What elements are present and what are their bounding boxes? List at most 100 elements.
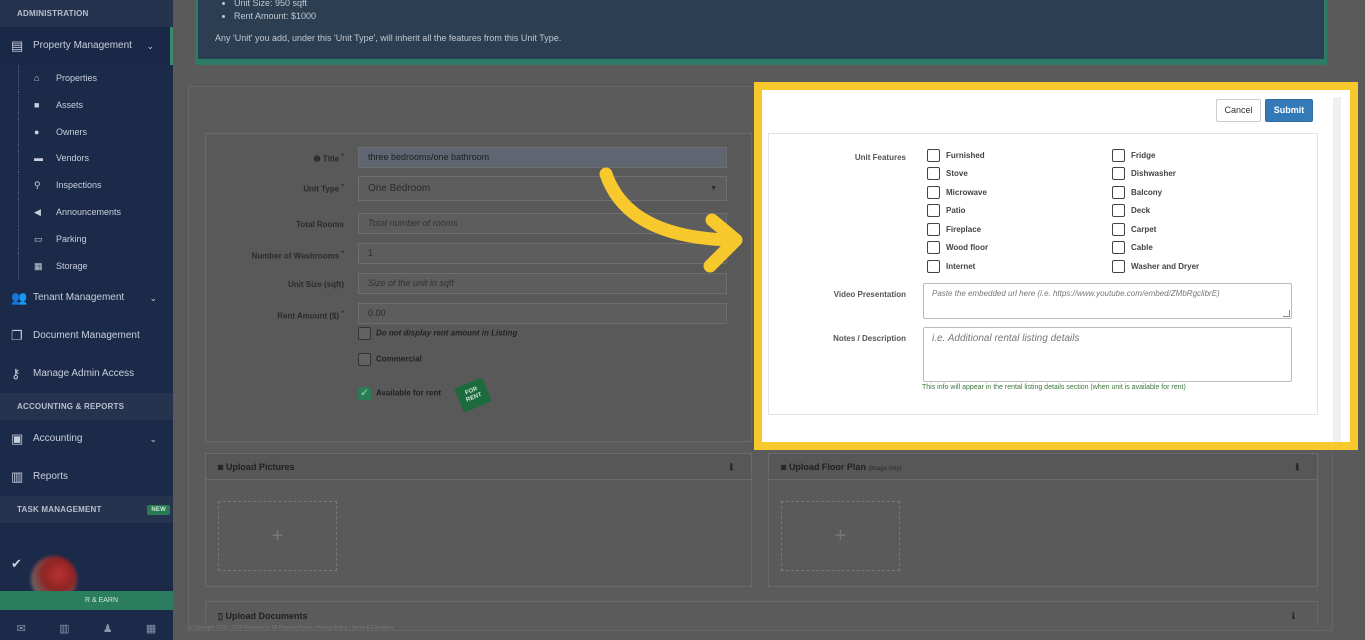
sidebar-bottom-toolbar: ✉ ▥ ♟ ▦ xyxy=(0,617,173,640)
info-icon[interactable]: ℹ xyxy=(730,454,733,480)
info-icon[interactable]: ℹ xyxy=(1292,611,1295,622)
briefcase-icon: ▬ xyxy=(34,153,43,164)
sidebar-item-inspections[interactable]: ⚲ Inspections xyxy=(0,172,173,199)
washrooms-label: Number of Washrooms * xyxy=(251,250,344,261)
banner-item: Unit Size: 950 sqft xyxy=(234,0,316,10)
feature-checkbox-row[interactable]: Microwave xyxy=(927,186,987,200)
sidebar-item-assets[interactable]: ■ Assets xyxy=(0,91,173,119)
feature-checkbox[interactable] xyxy=(927,167,940,181)
sidebar-item-label: Storage xyxy=(56,260,88,271)
feature-checkbox-row[interactable]: Dishwasher xyxy=(1112,167,1176,181)
sidebar-item-announcements[interactable]: ◀ Announcements xyxy=(0,198,173,226)
unit-type-label-text: Unit Type xyxy=(303,184,340,194)
mail-icon[interactable]: ✉ xyxy=(17,622,26,635)
feature-checkbox[interactable] xyxy=(1112,241,1125,255)
sidebar-item-vendors[interactable]: ▬ Vendors xyxy=(0,145,173,173)
sidebar-item-label: Tenant Management xyxy=(33,292,125,304)
video-url-textarea[interactable]: Paste the embedded url here (i.e. https:… xyxy=(923,283,1292,319)
submit-button[interactable]: Submit xyxy=(1265,99,1313,122)
feature-checkbox[interactable] xyxy=(1112,167,1125,181)
money-icon: ▣ xyxy=(11,431,24,447)
hide-rent-checkbox-row[interactable]: Do not display rent amount in Listing xyxy=(358,327,517,340)
feature-label: Stove xyxy=(946,169,968,178)
sidebar-item-owners[interactable]: ● Owners xyxy=(0,118,173,146)
sidebar-item-tenant-management[interactable]: 👥 Tenant Management ⌄ xyxy=(0,279,173,317)
feature-checkbox[interactable] xyxy=(1112,204,1125,218)
sidebar-section-accounting-reports: ACCOUNTING & REPORTS xyxy=(0,393,173,421)
upload-pictures-panel: ◙ Upload Pictures ℹ + xyxy=(205,453,752,587)
title-label: ❶ Title * xyxy=(313,153,344,164)
feature-checkbox[interactable] xyxy=(1112,223,1125,237)
upload-pictures-dropzone[interactable]: + xyxy=(218,501,337,571)
calculator-icon[interactable]: ▦ xyxy=(146,622,156,635)
feature-checkbox[interactable] xyxy=(927,149,940,163)
available-checkbox[interactable]: ✓ xyxy=(358,387,371,400)
sidebar-item-storage[interactable]: ▦ Storage xyxy=(0,252,173,280)
sidebar-item-properties[interactable]: ⌂ Properties xyxy=(0,65,173,92)
sidebar-item-label: Property Management xyxy=(33,40,132,51)
rent-input[interactable]: 0.00 xyxy=(358,303,727,324)
resize-handle-icon[interactable] xyxy=(1283,310,1290,317)
sidebar-item-label: Manage Admin Access xyxy=(33,368,135,380)
feature-checkbox-row[interactable]: Internet xyxy=(927,260,975,274)
sidebar-item-document-management[interactable]: ❐ Document Management xyxy=(0,317,173,355)
sidebar-item-reports[interactable]: ▥ Reports xyxy=(0,458,173,496)
sidebar-item-label: Document Management xyxy=(33,330,140,342)
info-icon: ❶ xyxy=(313,154,323,164)
feature-checkbox-row[interactable]: Deck xyxy=(1112,204,1150,218)
feature-checkbox-row[interactable]: Stove xyxy=(927,167,968,181)
unit-size-label: Unit Size (sqft) xyxy=(288,280,344,289)
sidebar-item-manage-admin-access[interactable]: ⚷ Manage Admin Access xyxy=(0,355,173,393)
storage-icon: ▦ xyxy=(34,260,43,271)
feature-checkbox[interactable] xyxy=(927,223,940,237)
section-label: ACCOUNTING & REPORTS xyxy=(17,402,125,412)
home-icon: ⌂ xyxy=(34,73,40,83)
check-icon[interactable]: ✔ xyxy=(11,556,22,572)
feature-checkbox[interactable] xyxy=(927,186,940,200)
feature-label: Balcony xyxy=(1131,188,1163,197)
key-icon: ⚷ xyxy=(11,366,21,382)
feature-checkbox[interactable] xyxy=(1112,186,1125,200)
unit-type-value: One Bedroom xyxy=(368,183,431,194)
total-rooms-label: Total Rooms xyxy=(296,220,344,229)
commercial-checkbox[interactable] xyxy=(358,353,371,366)
hide-rent-checkbox[interactable] xyxy=(358,327,371,340)
video-url-placeholder: Paste the embedded url here (i.e. https:… xyxy=(932,289,1220,298)
info-icon[interactable]: ℹ xyxy=(1296,454,1299,480)
sidebar-item-property-management[interactable]: ▤ Property Management ⌄ xyxy=(0,27,173,65)
feature-checkbox-row[interactable]: Fireplace xyxy=(927,223,981,237)
feature-label: Wood floor xyxy=(946,243,989,252)
feature-checkbox-row[interactable]: Furnished xyxy=(927,149,985,163)
feature-checkbox-row[interactable]: Patio xyxy=(927,204,966,218)
person-icon[interactable]: ♟ xyxy=(103,622,113,635)
sidebar-item-parking[interactable]: ▭ Parking xyxy=(0,225,173,253)
upload-floor-plan-dropzone[interactable]: + xyxy=(781,501,900,571)
buildings-icon[interactable]: ▥ xyxy=(59,622,69,635)
refer-earn-button[interactable]: R & EARN xyxy=(0,591,173,610)
feature-checkbox-row[interactable]: Wood floor xyxy=(927,241,989,255)
sidebar-item-label: Vendors xyxy=(56,153,90,164)
upload-floor-plan-title: Upload Floor Plan xyxy=(788,462,866,472)
upload-documents-panel: ▯ Upload Documents ℹ xyxy=(205,601,1318,625)
unit-features-label: Unit Features xyxy=(854,153,906,162)
cancel-button[interactable]: Cancel xyxy=(1216,99,1261,122)
feature-checkbox[interactable] xyxy=(1112,149,1125,163)
notes-textarea[interactable]: i.e. Additional rental listing details xyxy=(923,327,1292,382)
feature-checkbox[interactable] xyxy=(927,204,940,218)
section-label: TASK MANAGEMENT xyxy=(17,505,102,515)
commercial-label: Commercial xyxy=(376,354,422,364)
feature-checkbox-row[interactable]: Washer and Dryer xyxy=(1112,260,1199,274)
feature-checkbox[interactable] xyxy=(927,260,940,274)
feature-checkbox-row[interactable]: Fridge xyxy=(1112,149,1155,163)
commercial-checkbox-row[interactable]: Commercial xyxy=(358,353,422,366)
sidebar-item-accounting[interactable]: ▣ Accounting ⌄ xyxy=(0,420,173,458)
washrooms-label-text: Number of Washrooms xyxy=(251,251,340,261)
feature-checkbox-row[interactable]: Carpet xyxy=(1112,223,1156,237)
feature-checkbox-row[interactable]: Balcony xyxy=(1112,186,1163,200)
feature-checkbox-row[interactable]: Cable xyxy=(1112,241,1153,255)
sidebar-item-label: Reports xyxy=(33,471,69,483)
feature-checkbox[interactable] xyxy=(1112,260,1125,274)
available-checkbox-row[interactable]: ✓ Available for rent xyxy=(358,387,441,400)
modal-scrollbar[interactable] xyxy=(1333,97,1341,442)
feature-checkbox[interactable] xyxy=(927,241,940,255)
